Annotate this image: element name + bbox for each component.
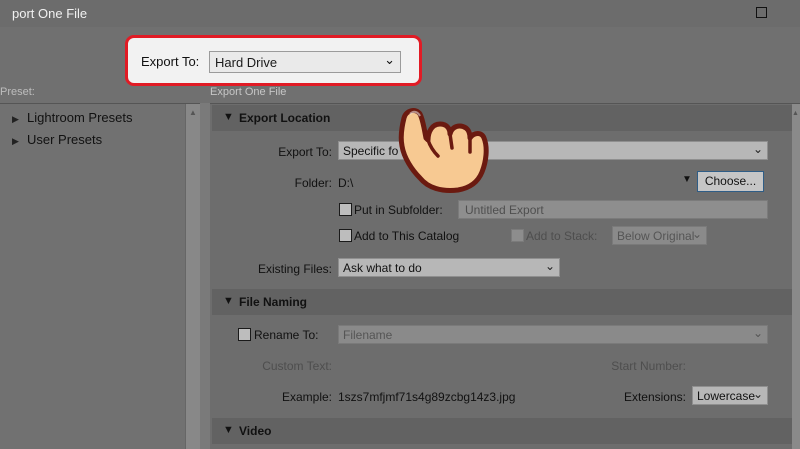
- preset-panel: [0, 103, 200, 449]
- preset-scrollbar[interactable]: ▲: [185, 104, 200, 449]
- preset-label: Preset:: [0, 86, 35, 98]
- extensions-label: Extensions:: [623, 390, 686, 404]
- add-stack-label: Add to Stack:: [526, 229, 598, 243]
- section-title: Video: [239, 424, 272, 438]
- triangle-down-icon: ▼: [223, 424, 234, 436]
- section-video[interactable]: ▼ Video: [212, 418, 792, 444]
- triangle-right-icon: ▶: [12, 136, 19, 146]
- rename-template-select[interactable]: Filename ⌄: [338, 325, 768, 344]
- preset-item-label: Lightroom Presets: [27, 110, 133, 125]
- title-bar: port One File: [0, 0, 800, 27]
- preset-item-lightroom[interactable]: ▶ Lightroom Presets: [12, 110, 133, 125]
- existing-files-select[interactable]: Ask what to do ⌄: [338, 258, 560, 277]
- rename-checkbox[interactable]: [238, 328, 251, 341]
- rename-template-value: Filename: [343, 328, 393, 342]
- folder-path: D:\: [338, 176, 354, 190]
- extensions-value: Lowercase: [697, 389, 756, 403]
- hand-pointer-icon: [398, 108, 489, 193]
- scroll-up-icon[interactable]: ▲: [792, 110, 799, 117]
- scroll-up-icon[interactable]: ▲: [189, 108, 197, 117]
- add-stack-checkbox[interactable]: [511, 229, 524, 242]
- preset-item-user[interactable]: ▶ User Presets: [12, 132, 102, 147]
- choose-folder-button[interactable]: Choose...: [697, 171, 764, 192]
- example-label: Example:: [281, 390, 332, 404]
- window-title: port One File: [12, 6, 88, 21]
- extensions-select[interactable]: Lowercase ⌄: [692, 386, 768, 405]
- custom-text-label: Custom Text:: [262, 359, 332, 373]
- settings-panel-label: Export One File: [210, 86, 287, 98]
- chevron-down-icon: ⌄: [544, 259, 555, 273]
- stack-position-select[interactable]: Below Original ⌄: [612, 226, 707, 245]
- location-export-to-label: Export To:: [278, 145, 332, 159]
- chevron-down-icon: ⌄: [752, 387, 763, 401]
- chevron-down-icon: ⌄: [752, 142, 763, 156]
- subfolder-label: Put in Subfolder:: [354, 203, 443, 217]
- chevron-down-icon: ⌄: [752, 326, 763, 340]
- stack-position-value: Below Original: [617, 229, 695, 243]
- section-title: Export Location: [239, 111, 331, 125]
- export-to-select[interactable]: Hard Drive ⌄: [209, 51, 401, 73]
- export-to-label: Export To:: [141, 54, 200, 69]
- subfolder-input[interactable]: Untitled Export: [458, 200, 768, 219]
- existing-files-label: Existing Files:: [257, 262, 332, 276]
- section-file-naming[interactable]: ▼ File Naming: [212, 289, 792, 315]
- existing-files-value: Ask what to do: [343, 261, 422, 275]
- triangle-down-icon: ▼: [223, 111, 234, 123]
- section-export-location[interactable]: ▼ Export Location: [212, 105, 792, 131]
- subfolder-placeholder: Untitled Export: [465, 203, 544, 217]
- example-filename: 1szs7mfjmf71s4g89zcbg14z3.jpg: [338, 390, 516, 404]
- folder-label: Folder:: [294, 176, 332, 190]
- maximize-icon[interactable]: [756, 7, 767, 18]
- add-catalog-checkbox[interactable]: [339, 229, 352, 242]
- export-to-value: Hard Drive: [215, 55, 278, 70]
- rename-label: Rename To:: [254, 328, 319, 342]
- folder-dropdown-icon[interactable]: ▼: [682, 174, 692, 185]
- subfolder-checkbox[interactable]: [339, 203, 352, 216]
- triangle-right-icon: ▶: [12, 114, 19, 124]
- chevron-down-icon: ⌄: [691, 227, 702, 241]
- add-catalog-label: Add to This Catalog: [354, 229, 460, 243]
- triangle-down-icon: ▼: [223, 295, 234, 307]
- start-number-label: Start Number:: [611, 359, 686, 373]
- chevron-down-icon: ⌄: [384, 52, 395, 67]
- section-title: File Naming: [239, 295, 308, 309]
- preset-item-label: User Presets: [27, 132, 103, 147]
- settings-scrollbar[interactable]: ▲: [792, 104, 800, 449]
